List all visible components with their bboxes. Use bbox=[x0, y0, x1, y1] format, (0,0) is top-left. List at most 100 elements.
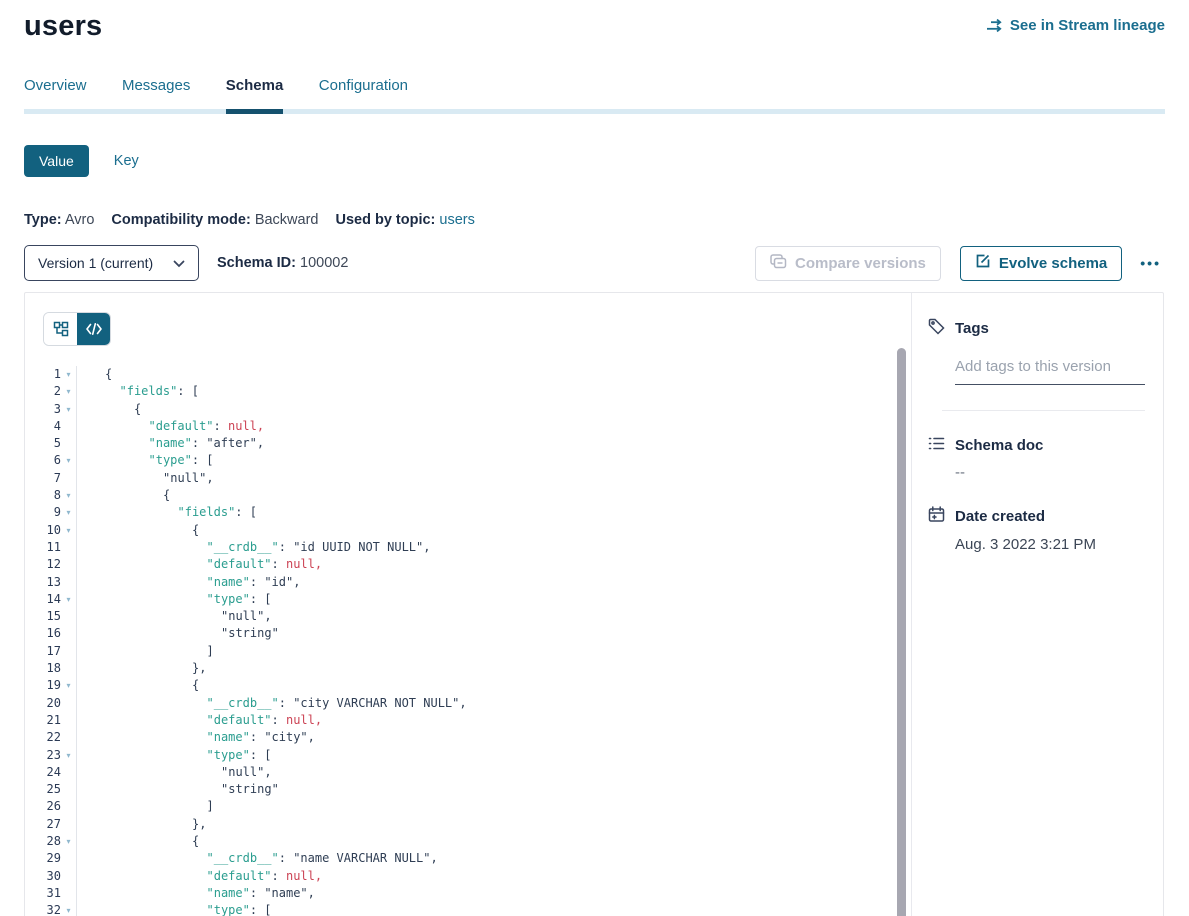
line-gutter: 9▾ bbox=[25, 504, 77, 521]
code-line: 25"string" bbox=[25, 781, 911, 798]
version-select[interactable]: Version 1 (current) bbox=[24, 245, 199, 281]
version-select-value: Version 1 (current) bbox=[38, 255, 153, 271]
see-in-stream-lineage-link[interactable]: See in Stream lineage bbox=[986, 17, 1165, 34]
line-gutter: 14▾ bbox=[25, 591, 77, 608]
code-line: 18}, bbox=[25, 660, 911, 677]
line-number: 19 bbox=[25, 677, 61, 694]
compatibility-mode: Compatibility mode: Backward bbox=[111, 212, 318, 228]
line-number: 3 bbox=[25, 401, 61, 418]
line-number: 29 bbox=[25, 850, 61, 867]
fold-arrow-icon[interactable]: ▾ bbox=[61, 366, 76, 383]
compare-versions-icon bbox=[770, 254, 787, 273]
line-gutter: 10▾ bbox=[25, 522, 77, 539]
fold-arrow-icon[interactable]: ▾ bbox=[61, 747, 76, 764]
schema-doc-title: Schema doc bbox=[955, 437, 1043, 454]
line-number: 6 bbox=[25, 452, 61, 469]
line-number: 17 bbox=[25, 643, 61, 660]
line-gutter: 27 bbox=[25, 816, 77, 833]
more-options-button[interactable]: ••• bbox=[1136, 251, 1165, 275]
line-number: 15 bbox=[25, 608, 61, 625]
line-number: 24 bbox=[25, 764, 61, 781]
fold-spacer bbox=[61, 660, 76, 677]
line-number: 11 bbox=[25, 539, 61, 556]
code-text: "__crdb__": "id UUID NOT NULL", bbox=[77, 539, 430, 556]
fold-arrow-icon[interactable]: ▾ bbox=[61, 452, 76, 469]
schema-card: 1▾{2▾"fields": [3▾{4"default": null,5"na… bbox=[24, 292, 1164, 916]
code-line: 28▾{ bbox=[25, 833, 911, 850]
code-text: "string" bbox=[77, 781, 279, 798]
line-gutter: 30 bbox=[25, 868, 77, 885]
fold-arrow-icon[interactable]: ▾ bbox=[61, 383, 76, 400]
value-toggle-button[interactable]: Value bbox=[24, 145, 89, 177]
line-gutter: 15 bbox=[25, 608, 77, 625]
fold-spacer bbox=[61, 798, 76, 815]
line-number: 2 bbox=[25, 383, 61, 400]
code-text: "default": null, bbox=[77, 556, 322, 573]
fold-spacer bbox=[61, 608, 76, 625]
code-text: "__crdb__": "city VARCHAR NOT NULL", bbox=[77, 695, 467, 712]
line-number: 13 bbox=[25, 574, 61, 591]
line-number: 5 bbox=[25, 435, 61, 452]
tags-title: Tags bbox=[955, 320, 989, 337]
code-line: 9▾"fields": [ bbox=[25, 504, 911, 521]
evolve-schema-label: Evolve schema bbox=[999, 255, 1107, 272]
code-line: 3▾{ bbox=[25, 401, 911, 418]
code-view-button[interactable] bbox=[77, 313, 110, 345]
compare-versions-button[interactable]: Compare versions bbox=[755, 246, 941, 281]
line-gutter: 31 bbox=[25, 885, 77, 902]
fold-arrow-icon[interactable]: ▾ bbox=[61, 504, 76, 521]
schema-type: Type: Avro bbox=[24, 212, 94, 228]
tab-overview[interactable]: Overview bbox=[24, 77, 87, 109]
code-text: "name": "after", bbox=[77, 435, 264, 452]
fold-arrow-icon[interactable]: ▾ bbox=[61, 522, 76, 539]
code-text: "name": "id", bbox=[77, 574, 300, 591]
fold-arrow-icon[interactable]: ▾ bbox=[61, 833, 76, 850]
tab-schema[interactable]: Schema bbox=[226, 77, 284, 109]
editor-scrollbar-thumb[interactable] bbox=[897, 348, 906, 916]
line-number: 8 bbox=[25, 487, 61, 504]
code-text: "fields": [ bbox=[77, 383, 199, 400]
code-line: 7"null", bbox=[25, 470, 911, 487]
list-icon bbox=[928, 436, 945, 455]
schema-sidebar: Tags Schema doc -- bbox=[912, 293, 1163, 916]
code-text: { bbox=[77, 677, 199, 694]
code-line: 10▾{ bbox=[25, 522, 911, 539]
schema-code-panel: 1▾{2▾"fields": [3▾{4"default": null,5"na… bbox=[25, 293, 912, 916]
editor-scrollbar bbox=[897, 348, 906, 916]
tab-messages[interactable]: Messages bbox=[122, 77, 190, 109]
fold-spacer bbox=[61, 695, 76, 712]
code-text: "default": null, bbox=[77, 712, 322, 729]
line-gutter: 4 bbox=[25, 418, 77, 435]
fold-spacer bbox=[61, 868, 76, 885]
key-toggle-button[interactable]: Key bbox=[114, 153, 139, 169]
code-text: "name": "city", bbox=[77, 729, 315, 746]
schema-doc-value: -- bbox=[955, 464, 1145, 481]
evolve-schema-button[interactable]: Evolve schema bbox=[960, 246, 1122, 281]
page-header: users See in Stream lineage bbox=[24, 0, 1165, 43]
date-created-title: Date created bbox=[955, 508, 1045, 525]
code-text: "null", bbox=[77, 764, 272, 781]
line-gutter: 7 bbox=[25, 470, 77, 487]
line-gutter: 13 bbox=[25, 574, 77, 591]
add-tags-input[interactable] bbox=[955, 354, 1145, 385]
line-gutter: 18 bbox=[25, 660, 77, 677]
fold-arrow-icon[interactable]: ▾ bbox=[61, 677, 76, 694]
topic-link[interactable]: users bbox=[439, 212, 474, 228]
tab-configuration[interactable]: Configuration bbox=[319, 77, 408, 109]
fold-arrow-icon[interactable]: ▾ bbox=[61, 401, 76, 418]
line-number: 18 bbox=[25, 660, 61, 677]
line-gutter: 17 bbox=[25, 643, 77, 660]
code-line: 11 "__crdb__": "id UUID NOT NULL", bbox=[25, 539, 911, 556]
line-gutter: 1▾ bbox=[25, 366, 77, 383]
line-gutter: 20 bbox=[25, 695, 77, 712]
tree-view-button[interactable] bbox=[44, 313, 77, 345]
fold-arrow-icon[interactable]: ▾ bbox=[61, 487, 76, 504]
fold-spacer bbox=[61, 556, 76, 573]
tags-heading: Tags bbox=[928, 318, 1145, 339]
line-number: 20 bbox=[25, 695, 61, 712]
editor-view-toggle bbox=[43, 312, 111, 346]
code-line: 5 "name": "after", bbox=[25, 435, 911, 452]
fold-arrow-icon[interactable]: ▾ bbox=[61, 902, 76, 916]
fold-arrow-icon[interactable]: ▾ bbox=[61, 591, 76, 608]
stream-lineage-icon bbox=[986, 18, 1003, 33]
